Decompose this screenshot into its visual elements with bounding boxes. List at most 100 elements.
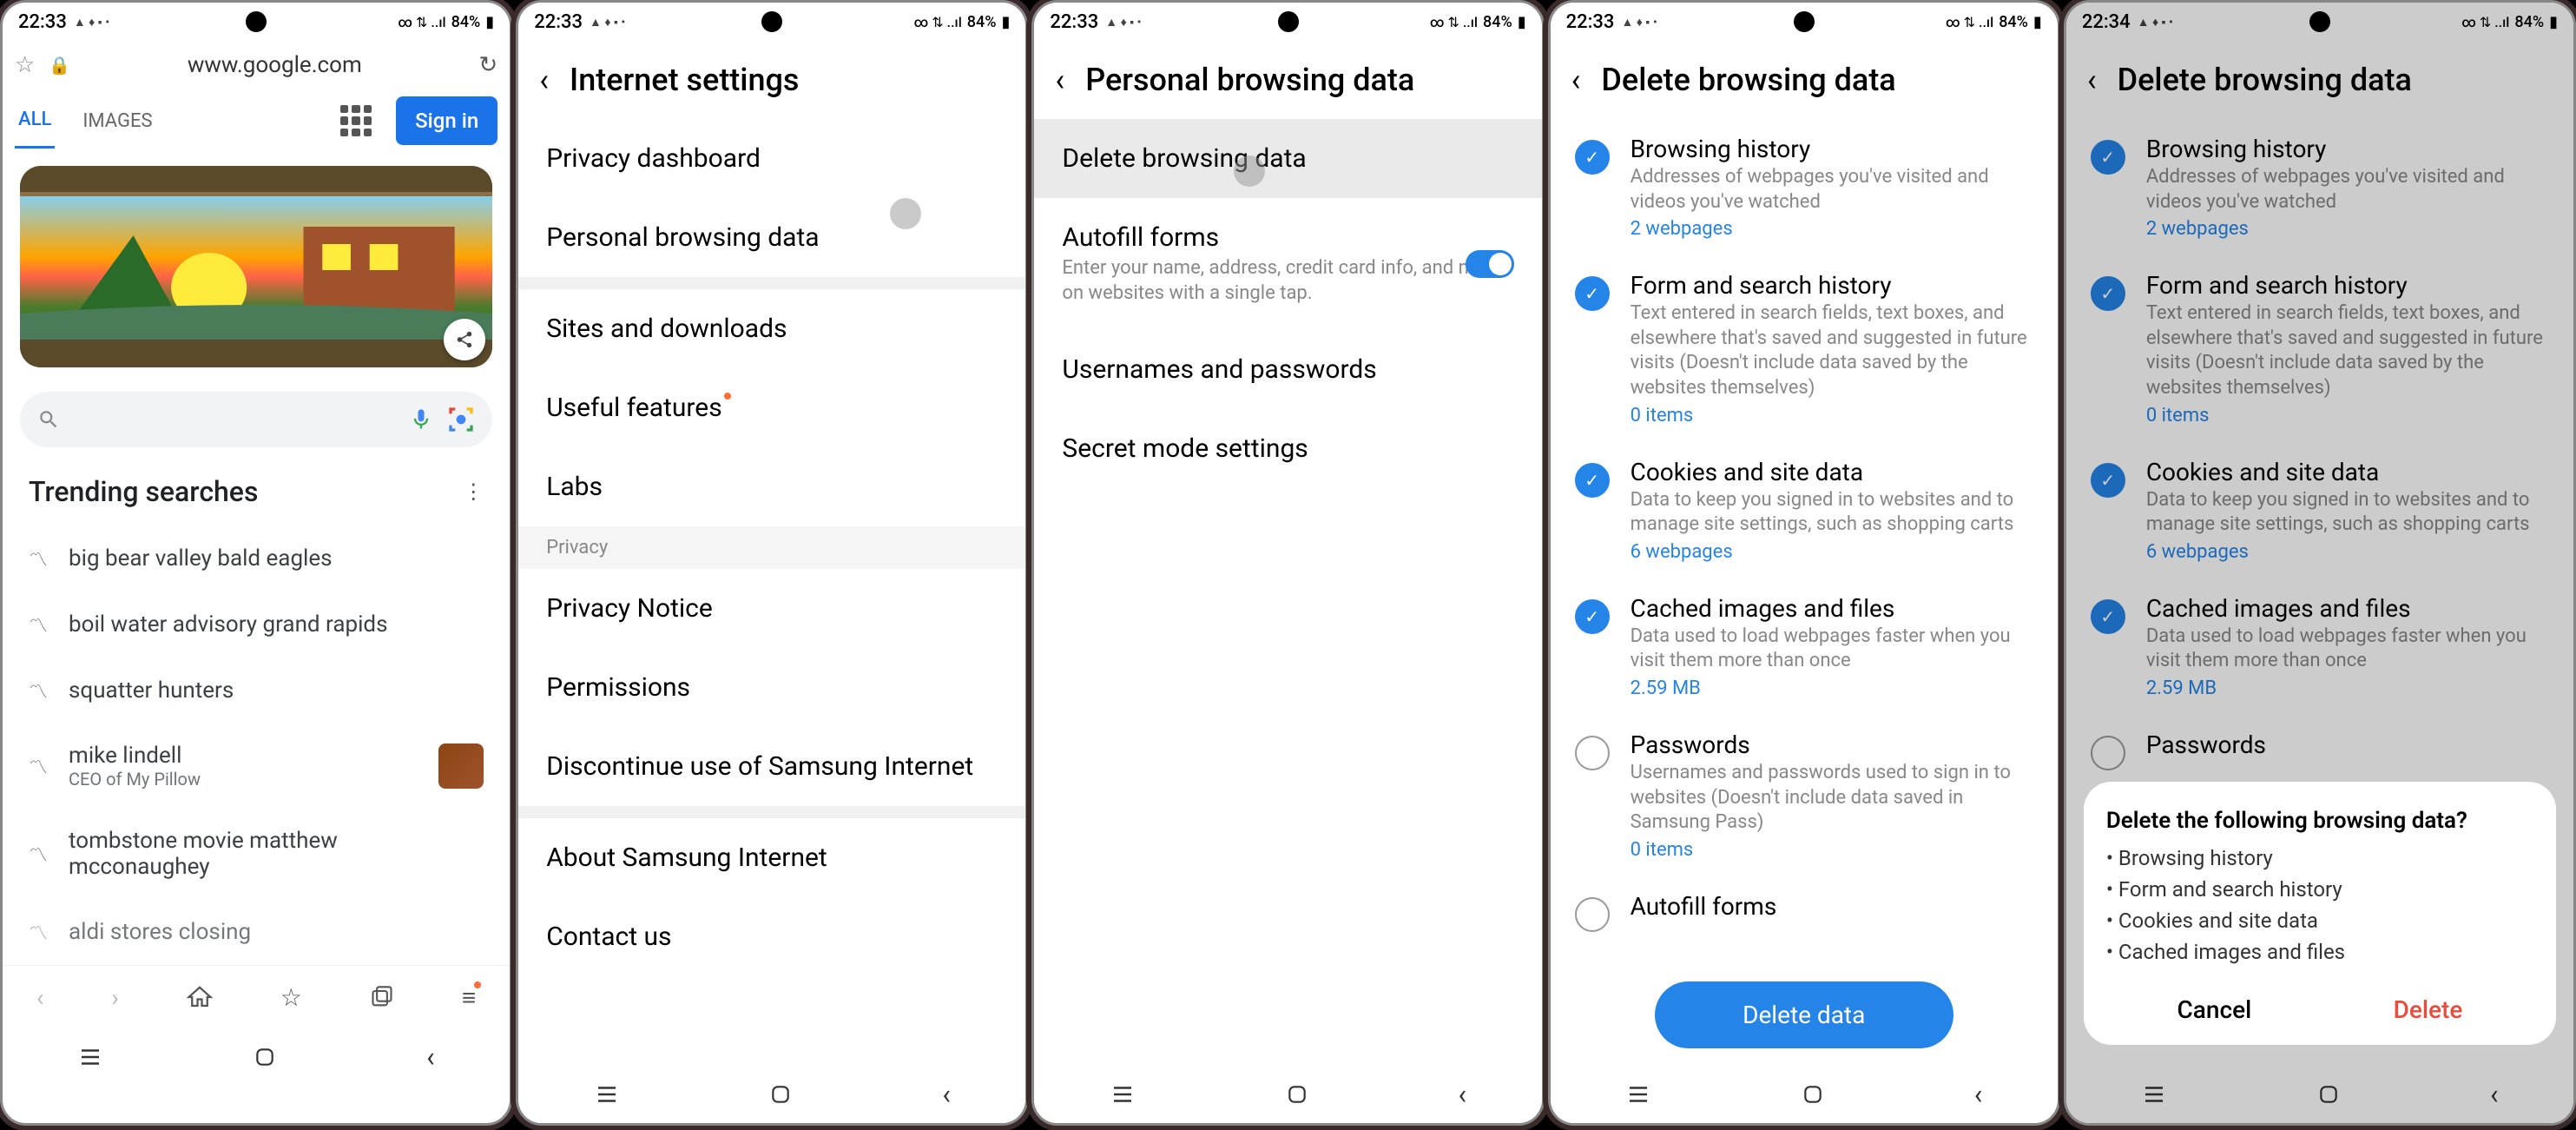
- usernames-item[interactable]: Usernames and passwords: [1034, 330, 1541, 409]
- menu-icon[interactable]: ≡: [462, 983, 476, 1012]
- delete-browsing-item[interactable]: Delete browsing data: [1034, 119, 1541, 198]
- trending-header: Trending searches ⋮: [3, 458, 510, 525]
- apps-grid-icon[interactable]: [340, 105, 372, 136]
- back-button[interactable]: ‹: [426, 1041, 435, 1074]
- delete-options-list[interactable]: ✓Browsing historyAddresses of webpages y…: [1551, 119, 2058, 964]
- tab-images[interactable]: IMAGES: [79, 95, 155, 148]
- check-subtitle: Addresses of webpages you've visited and…: [1631, 165, 2033, 215]
- check-subtitle: Data to keep you signed in to websites a…: [1631, 488, 2033, 538]
- trending-arrow-icon: 〽: [29, 918, 48, 946]
- checkbox-icon[interactable]: [1575, 897, 1610, 932]
- battery-icon: ▮: [485, 13, 494, 31]
- battery-icon: ▮: [1518, 13, 1526, 31]
- check-item[interactable]: ✓Form and search historyText entered in …: [1551, 255, 2058, 441]
- phone-screen-3: 22:33▲ ♦ ▪ • ∞ ⇅ ..ıl84%▮ ‹ Personal bro…: [1031, 0, 1544, 1126]
- back-arrow-icon[interactable]: ‹: [1055, 62, 1064, 98]
- refresh-icon[interactable]: ↻: [478, 52, 497, 78]
- recents-button[interactable]: [1625, 1081, 1651, 1107]
- recents-button[interactable]: [594, 1081, 620, 1107]
- cancel-button[interactable]: Cancel: [2151, 987, 2278, 1033]
- checkbox-icon[interactable]: ✓: [1575, 276, 1610, 311]
- personal-browsing-item[interactable]: Personal browsing data: [518, 198, 1025, 277]
- check-item[interactable]: Autofill forms: [1551, 876, 2058, 948]
- google-doodle[interactable]: [20, 166, 492, 367]
- settings-header: ‹ Internet settings: [518, 41, 1025, 119]
- back-button[interactable]: ‹: [1974, 1078, 1983, 1111]
- mic-icon[interactable]: [409, 407, 433, 432]
- recents-button[interactable]: [1110, 1081, 1136, 1107]
- autofill-toggle[interactable]: [1466, 250, 1514, 278]
- permissions-item[interactable]: Permissions: [518, 648, 1025, 727]
- search-box[interactable]: [20, 392, 492, 447]
- discontinue-item[interactable]: Discontinue use of Samsung Internet: [518, 727, 1025, 806]
- tab-all[interactable]: ALL: [15, 93, 55, 149]
- check-subtitle: Text entered in search fields, text boxe…: [1631, 301, 2033, 400]
- modal-actions: Cancel Delete: [2106, 987, 2533, 1033]
- back-icon[interactable]: ‹: [36, 983, 43, 1012]
- phone-screen-5: 22:34▲ ♦ ▪ • ∞ ⇅ ..ıl84%▮ ‹ Delete brows…: [2064, 0, 2576, 1126]
- signin-button[interactable]: Sign in: [396, 96, 497, 145]
- contact-us-item[interactable]: Contact us: [518, 897, 1025, 976]
- share-icon[interactable]: [444, 319, 485, 360]
- back-arrow-icon[interactable]: ‹: [1571, 62, 1581, 98]
- trend-thumbnail: [438, 743, 484, 789]
- status-icons: ∞ ⇅ ..ıl: [398, 14, 445, 30]
- back-button[interactable]: ‹: [1459, 1078, 1467, 1111]
- trend-text: boil water advisory grand rapids: [69, 611, 387, 638]
- secret-mode-item[interactable]: Secret mode settings: [1034, 409, 1541, 488]
- checkbox-icon[interactable]: ✓: [1575, 463, 1610, 498]
- camera-hole: [1794, 11, 1815, 32]
- checkbox-icon[interactable]: ✓: [1575, 599, 1610, 634]
- check-item[interactable]: ✓Browsing historyAddresses of webpages y…: [1551, 119, 2058, 255]
- back-button[interactable]: ‹: [942, 1078, 951, 1111]
- autofill-item[interactable]: Autofill forms Enter your name, address,…: [1034, 198, 1541, 330]
- favorite-icon[interactable]: ☆: [15, 52, 35, 78]
- notification-dot-icon: [724, 393, 731, 400]
- camera-hole: [246, 11, 267, 32]
- check-item[interactable]: ✓Cached images and filesData used to loa…: [1551, 578, 2058, 715]
- trend-item[interactable]: 〽 boil water advisory grand rapids: [3, 591, 510, 658]
- home-button[interactable]: [1286, 1083, 1308, 1106]
- settings-list[interactable]: Delete browsing data Autofill forms Ente…: [1034, 119, 1541, 1066]
- home-icon[interactable]: [187, 984, 213, 1010]
- about-item[interactable]: About Samsung Internet: [518, 818, 1025, 897]
- back-arrow-icon[interactable]: ‹: [539, 62, 549, 98]
- battery-percent: 84%: [451, 13, 481, 31]
- trend-text: big bear valley bald eagles: [69, 545, 333, 572]
- trend-item[interactable]: 〽 big bear valley bald eagles: [3, 525, 510, 591]
- privacy-notice-item[interactable]: Privacy Notice: [518, 569, 1025, 648]
- trend-item[interactable]: 〽 tombstone movie matthew mcconaughey: [3, 809, 510, 899]
- useful-features-item[interactable]: Useful features: [518, 368, 1025, 447]
- trend-item[interactable]: 〽 squatter hunters: [3, 658, 510, 724]
- camera-hole: [1278, 11, 1299, 32]
- forward-icon[interactable]: ›: [111, 983, 118, 1012]
- labs-item[interactable]: Labs: [518, 447, 1025, 526]
- settings-list[interactable]: Privacy dashboard Personal browsing data…: [518, 119, 1025, 1066]
- checkbox-icon[interactable]: ✓: [1575, 140, 1610, 175]
- recents-button[interactable]: [77, 1044, 103, 1070]
- trending-arrow-icon: 〽: [29, 840, 48, 868]
- check-item[interactable]: PasswordsUsernames and passwords used to…: [1551, 715, 2058, 876]
- status-icons: ∞ ⇅ ..ıl: [1946, 14, 1993, 30]
- checkbox-icon[interactable]: [1575, 736, 1610, 770]
- delete-data-button[interactable]: Delete data: [1655, 981, 1953, 1048]
- bookmark-icon[interactable]: ☆: [280, 983, 302, 1012]
- url-text[interactable]: www.google.com: [84, 52, 464, 78]
- phone-screen-1: 22:33 ▲ ♦ ▪ • ∞ ⇅ ..ıl 84% ▮ ☆ 🔒 www.goo…: [0, 0, 512, 1126]
- home-button[interactable]: [1802, 1083, 1824, 1106]
- home-button[interactable]: [254, 1046, 276, 1068]
- sites-downloads-item[interactable]: Sites and downloads: [518, 289, 1025, 368]
- check-item[interactable]: ✓ Cookies and site dataData to keep you s…: [1551, 442, 2058, 578]
- tabs-icon[interactable]: [370, 985, 394, 1009]
- privacy-dashboard-item[interactable]: Privacy dashboard: [518, 119, 1025, 198]
- trend-item[interactable]: 〽 aldi stores closing: [3, 899, 510, 965]
- status-bar: 22:33 ▲ ♦ ▪ • ∞ ⇅ ..ıl 84% ▮: [3, 3, 510, 41]
- check-title: Cookies and site data: [1631, 458, 2033, 486]
- status-time: 22:33: [1566, 11, 1615, 33]
- trend-item[interactable]: 〽 mike lindell CEO of My Pillow: [3, 724, 510, 809]
- lens-icon[interactable]: [447, 406, 475, 433]
- more-icon[interactable]: ⋮: [463, 479, 484, 504]
- home-button[interactable]: [769, 1083, 792, 1106]
- delete-button[interactable]: Delete: [2368, 987, 2489, 1033]
- trend-text: aldi stores closing: [69, 919, 251, 945]
